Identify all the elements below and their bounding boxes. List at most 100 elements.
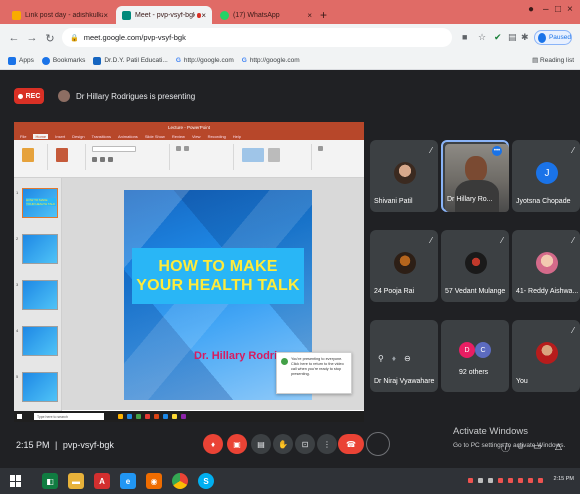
end-call-button[interactable]: ☎ [338, 434, 364, 454]
tray-icon[interactable] [478, 478, 483, 483]
bookmark-google-2[interactable]: G http://google.com [242, 57, 300, 64]
slide-thumbnail[interactable] [22, 234, 58, 264]
tray-icon[interactable] [528, 478, 533, 483]
camera-permission-icon[interactable]: ■ [462, 32, 467, 42]
profile-paused-button[interactable]: Paused [534, 30, 572, 45]
bookmark-bookmarks[interactable]: Bookmarks [41, 56, 85, 65]
tray-icon[interactable] [508, 478, 513, 483]
reading-list-button[interactable]: ▤ Reading list [532, 56, 574, 64]
thumb-number: 3 [16, 282, 19, 287]
browser-tab-whatsapp[interactable]: (17) WhatsApp × [214, 6, 318, 24]
browser-tab-link[interactable]: Link post day - adishkulkarni@ × [6, 6, 114, 24]
people-icon[interactable]: ☺ [516, 441, 525, 451]
tray-icon[interactable] [538, 478, 543, 483]
camera-off-button[interactable]: ▣ [227, 434, 247, 454]
participant-avatar [536, 342, 558, 364]
ribbon-tab[interactable]: Review [172, 134, 185, 139]
paste-icon[interactable] [22, 148, 34, 162]
forward-icon[interactable]: → [24, 32, 40, 44]
new-slide-icon[interactable] [56, 148, 68, 162]
slide-thumbnail[interactable]: HOW TO MAKE YOUR HEALTH TALK [22, 188, 58, 218]
ribbon-tab[interactable]: Home [33, 133, 49, 139]
bookmark-star-icon[interactable]: ☆ [478, 32, 486, 43]
tray-icon[interactable] [498, 478, 503, 483]
participant-tile[interactable]: ⚲ ♦ ⊖ Dr Niraj Vyawahare [370, 320, 438, 392]
mic-off-button[interactable]: ♦ [203, 434, 223, 454]
acrobat-icon[interactable]: A [94, 473, 110, 489]
present-button[interactable]: ⊡ [295, 434, 315, 454]
tray-icon[interactable] [468, 478, 473, 483]
new-tab-button[interactable]: + [320, 8, 327, 22]
ribbon-tab[interactable]: Animations [118, 134, 138, 139]
ribbon-tab[interactable]: View [192, 134, 201, 139]
bookmark-apps[interactable]: Apps [8, 56, 34, 65]
participant-tile-active-speaker[interactable]: ••• Dr Hillary Ro... [441, 140, 509, 212]
more-options-icon[interactable]: ••• [492, 146, 502, 156]
chrome-icon[interactable] [172, 473, 188, 489]
back-icon[interactable]: ← [6, 32, 22, 44]
remove-icon[interactable]: ⊖ [404, 354, 411, 363]
arrange-icon[interactable] [268, 148, 280, 162]
reload-icon[interactable]: ↻ [42, 32, 58, 45]
participant-tile[interactable]: ⁄ Shivani Patil [370, 140, 438, 212]
stop-presenting-button[interactable] [366, 432, 390, 456]
ribbon-tab[interactable]: File [20, 134, 26, 139]
slide-thumbnail[interactable] [22, 326, 58, 356]
slide-thumbnail[interactable] [22, 372, 58, 402]
participant-tile[interactable]: ⁄ J Jyotsna Chopade [512, 140, 580, 212]
chat-icon[interactable]: ▭ [533, 441, 542, 452]
puzzle-icon[interactable]: ✱ [521, 32, 529, 43]
browser-tab-meet[interactable]: Meet - pvp-vsyf-bgk × [116, 6, 212, 24]
ribbon-tab[interactable]: Help [233, 134, 241, 139]
minimize-icon[interactable]: – [543, 4, 549, 15]
store-app-icon[interactable]: ◧ [42, 473, 58, 489]
info-icon[interactable]: ⓘ [501, 441, 510, 454]
ribbon-tab[interactable]: Recording [208, 134, 226, 139]
extension-check-icon[interactable]: ✔ [494, 32, 502, 43]
ribbon-tab[interactable]: Design [72, 134, 84, 139]
participant-tile[interactable]: ⁄ 57 Vedant Mulange [441, 230, 509, 302]
tray-icon[interactable] [488, 478, 493, 483]
participant-tile-self[interactable]: ⁄ You [512, 320, 580, 392]
file-explorer-icon[interactable]: ▬ [68, 473, 84, 489]
bookmark-dypatil[interactable]: Dr.D.Y. Patil Educati... [93, 56, 168, 65]
extension-icon[interactable]: ▤ [508, 32, 517, 43]
italic-icon[interactable] [100, 157, 105, 162]
slide-thumbnail[interactable] [22, 280, 58, 310]
skype-icon[interactable]: S [198, 473, 214, 489]
ribbon-tab[interactable]: Transitions [92, 134, 111, 139]
account-icon[interactable]: ● [528, 4, 534, 15]
activities-icon[interactable]: △ [555, 441, 562, 452]
close-tab-icon[interactable]: × [201, 11, 206, 20]
bookmark-google-1[interactable]: G http://google.com [176, 57, 234, 64]
tray-icon[interactable] [518, 478, 523, 483]
rec-dot-icon [17, 93, 23, 99]
font-box[interactable] [92, 146, 136, 152]
ribbon-tab[interactable]: Slide Show [145, 134, 165, 139]
close-tab-icon[interactable]: × [307, 11, 312, 20]
pin-icon[interactable]: ⚲ [378, 354, 384, 363]
firefox-icon[interactable]: ◉ [146, 473, 162, 489]
maximize-icon[interactable]: □ [555, 4, 561, 15]
mic-icon[interactable]: ♦ [392, 354, 396, 363]
captions-button[interactable]: ▤ [251, 434, 271, 454]
close-window-icon[interactable]: × [567, 4, 573, 15]
presenting-notification[interactable]: You're presenting to everyone. Click her… [276, 352, 352, 394]
url-input[interactable]: 🔒 meet.google.com/pvp-vsyf-bgk [62, 28, 452, 47]
participant-tile-others[interactable]: D C 92 others [441, 320, 509, 392]
system-clock[interactable]: 2:15 PM [554, 476, 574, 482]
bullets-icon[interactable] [176, 146, 181, 151]
bold-icon[interactable] [92, 157, 97, 162]
shapes-icon[interactable] [242, 148, 264, 162]
ribbon-tab[interactable]: Insert [55, 134, 65, 139]
underline-icon[interactable] [108, 157, 113, 162]
more-options-button[interactable]: ⋮ [317, 434, 337, 454]
close-tab-icon[interactable]: × [103, 11, 108, 20]
find-icon[interactable] [318, 146, 323, 151]
raise-hand-button[interactable]: ✋ [273, 434, 293, 454]
participant-tile[interactable]: ⁄ 24 Pooja Rai [370, 230, 438, 302]
numbering-icon[interactable] [184, 146, 189, 151]
participant-tile[interactable]: ⁄ 41- Reddy Aishwa... [512, 230, 580, 302]
windows-start-icon[interactable] [10, 475, 22, 487]
edge-icon[interactable]: e [120, 473, 136, 489]
